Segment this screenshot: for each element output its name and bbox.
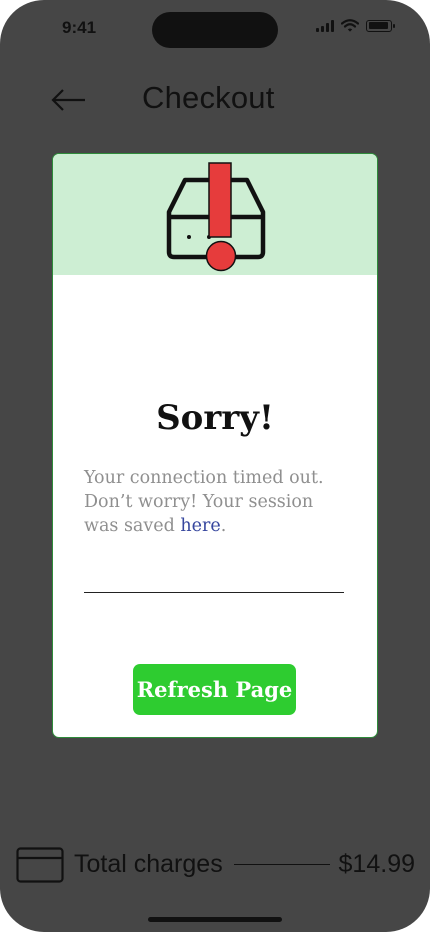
- text-input[interactable]: [84, 566, 344, 593]
- wifi-icon: [341, 19, 359, 32]
- home-indicator: [148, 917, 282, 922]
- card-banner: [53, 154, 377, 275]
- dynamic-island: [152, 12, 278, 48]
- phone-screen: 9:41 Checkout Sorry! Your connection tim…: [0, 0, 430, 932]
- inbox-alert-icon: [166, 162, 266, 272]
- total-charges-label: Total charges: [74, 850, 223, 878]
- total-amount: $14.99: [338, 850, 415, 878]
- refresh-page-button[interactable]: Refresh Page: [133, 664, 296, 715]
- footer-divider: [234, 864, 330, 865]
- arrow-left-icon[interactable]: [50, 84, 90, 116]
- cellular-signal-icon: [316, 19, 334, 32]
- card-heading: Sorry!: [156, 398, 274, 438]
- status-icons: [316, 19, 395, 32]
- message-end: .: [220, 516, 227, 536]
- card-message: Your connection timed out. Don’t worry! …: [84, 466, 352, 538]
- credit-card-icon: [16, 847, 64, 883]
- total-charges-bar: Total charges $14.99: [16, 846, 416, 884]
- page-title: Checkout: [142, 80, 275, 115]
- session-link[interactable]: here: [180, 516, 220, 536]
- status-time: 9:41: [62, 18, 97, 37]
- error-card: Sorry! Your connection timed out. Don’t …: [52, 153, 378, 738]
- battery-icon: [366, 19, 395, 32]
